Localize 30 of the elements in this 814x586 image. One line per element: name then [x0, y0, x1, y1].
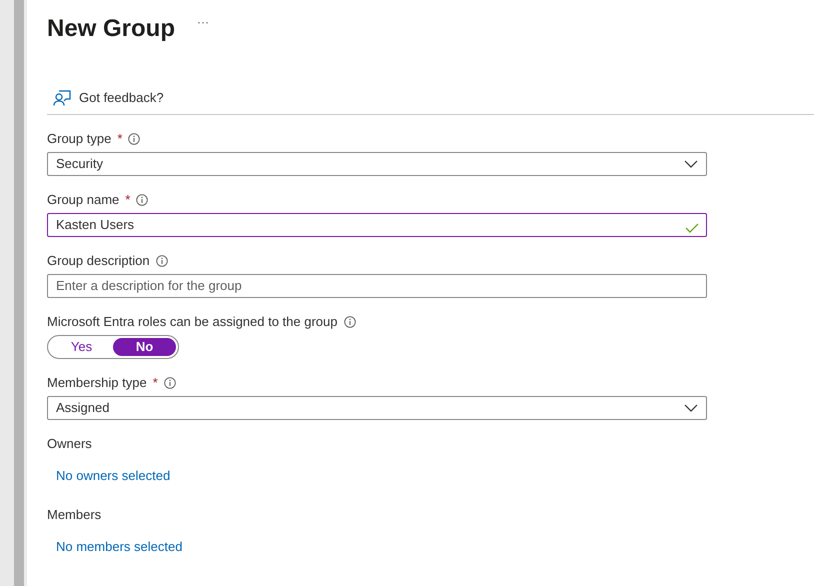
info-icon[interactable]	[156, 254, 168, 266]
selection-link[interactable]: No owners selected	[56, 466, 170, 485]
required-mark: *	[125, 190, 130, 209]
input-field[interactable]: Kasten Users	[47, 212, 707, 236]
field-label: Owners	[47, 434, 92, 453]
chevron-down-icon	[684, 160, 698, 168]
field-label: Membership type	[47, 374, 147, 392]
info-icon[interactable]	[136, 194, 148, 206]
field-label: Microsoft Entra roles can be assigned to the group	[47, 312, 338, 331]
input-field[interactable]: Enter a description for the group	[47, 274, 707, 298]
required-mark: *	[117, 130, 122, 148]
info-icon[interactable]	[128, 132, 140, 144]
field-label: Group name	[47, 190, 120, 209]
person-feedback-icon	[53, 90, 71, 106]
field-label: Group type	[47, 130, 112, 148]
page-title: New Group	[47, 14, 176, 44]
more-button[interactable]: ···	[191, 13, 216, 31]
dropdown[interactable]: Security	[47, 152, 707, 176]
info-icon[interactable]	[344, 316, 356, 328]
field-label: Members	[47, 506, 102, 524]
required-mark: *	[152, 374, 158, 392]
chevron-down-icon	[684, 404, 698, 412]
selection-link[interactable]: No members selected	[56, 537, 182, 556]
check-icon	[685, 222, 699, 232]
info-icon[interactable]	[164, 376, 176, 388]
field-label: Group description	[47, 252, 150, 270]
toggle-option[interactable]: No	[113, 338, 176, 356]
scrollbar[interactable]	[14, 0, 24, 586]
feedback-button[interactable]: Got feedback?	[53, 88, 164, 108]
dropdown[interactable]: Assigned	[47, 396, 707, 420]
